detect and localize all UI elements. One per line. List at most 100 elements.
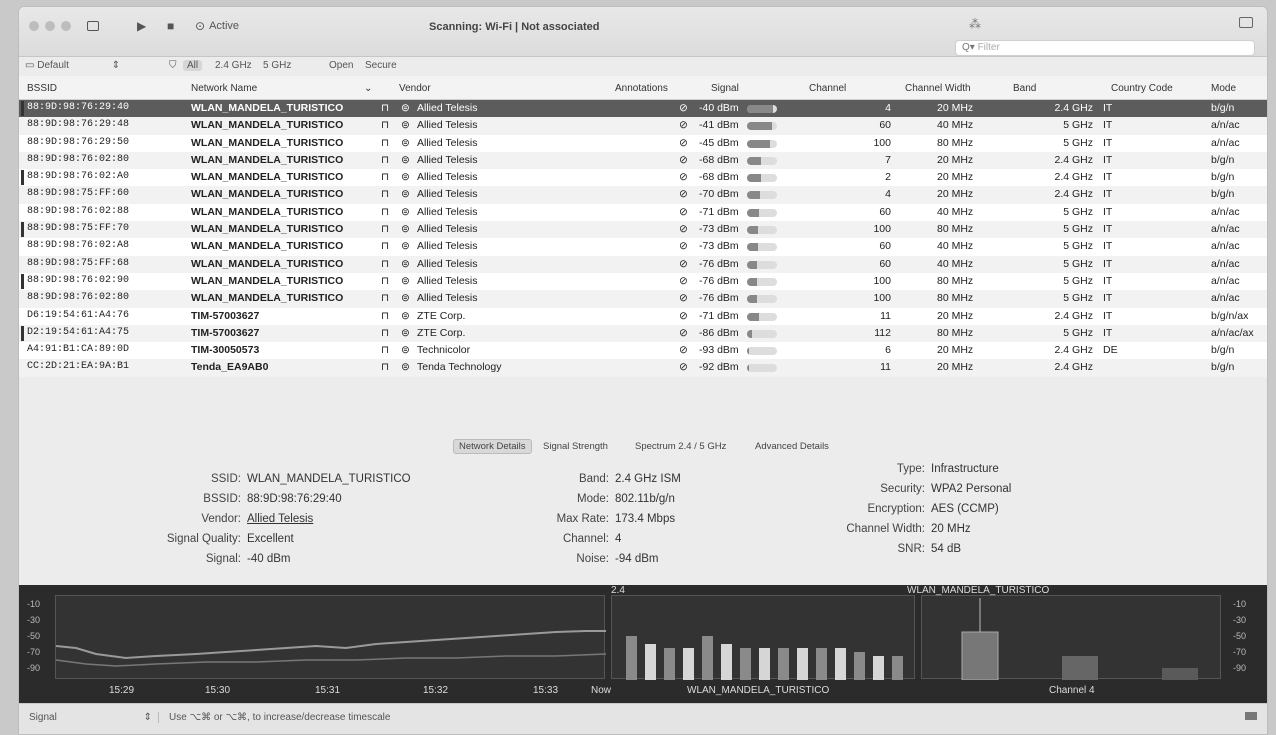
table-row[interactable]: 88:9D:98:76:02:A0 WLAN_MANDELA_TURISTICO ⊓…: [19, 169, 1267, 187]
annotation-icon[interactable]: ⊘: [679, 206, 688, 218]
filter-bar: ▭ Default ⇕ ⛉ All 2.4 GHz 5 GHz Open Sec…: [19, 57, 1267, 75]
signal-bar: [747, 174, 777, 183]
col-mode[interactable]: Mode: [1211, 83, 1236, 94]
lock-icon: ⊓: [381, 292, 390, 305]
table-row[interactable]: A4:91:B1:CA:89:0D TIM-30050573 ⊓ ⊜ Technicol…: [19, 342, 1267, 360]
col-network-name[interactable]: Network Name: [191, 83, 257, 94]
col-annotations[interactable]: Annotations: [615, 83, 668, 94]
table-row[interactable]: 88:9D:98:76:29:50 WLAN_MANDELA_TURISTICO ⊓…: [19, 134, 1267, 152]
annotation-icon[interactable]: ⊘: [679, 327, 688, 339]
network-name-cell: TIM-57003627: [191, 326, 260, 339]
channel-network-label: WLAN_MANDELA_TURISTICO: [907, 585, 1050, 596]
vendor-link[interactable]: Allied Telesis: [247, 513, 313, 525]
tab-network-details[interactable]: Network Details: [453, 439, 532, 454]
active-status-button[interactable]: ⊙ Active: [195, 16, 239, 36]
table-row[interactable]: 88:9D:98:76:02:90 WLAN_MANDELA_TURISTICO ⊓…: [19, 272, 1267, 291]
tab-advanced-details[interactable]: Advanced Details: [755, 441, 829, 452]
signal-bar: [747, 243, 777, 252]
country-code-cell: IT: [1103, 326, 1113, 339]
profile-select[interactable]: ▭ Default ⇕: [25, 60, 120, 71]
stop-scan-button[interactable]: ■: [167, 16, 174, 36]
spectrum-bar: [854, 652, 865, 680]
lock-icon: ⊓: [381, 223, 390, 236]
spectrum-bar: [645, 644, 656, 680]
mode-cell: a/n/ac: [1211, 292, 1240, 305]
channel-width-label: Channel Width:: [846, 523, 925, 535]
start-scan-button[interactable]: ▶: [137, 16, 146, 36]
vendor-icon: ⊜: [401, 292, 410, 305]
band-cell: 5 GHz: [1063, 292, 1093, 305]
filter-5ghz-button[interactable]: 5 GHz: [263, 60, 291, 71]
col-country-code[interactable]: Country Code: [1111, 83, 1173, 94]
table-row[interactable]: D2:19:54:61:A4:75 TIM-57003627 ⊓ ⊜ ZTE Corp.…: [19, 324, 1267, 343]
inspector-toggle-icon[interactable]: [1239, 17, 1253, 28]
table-row[interactable]: 88:9D:98:76:29:40 WLAN_MANDELA_TURISTICO ⊓…: [19, 100, 1267, 118]
col-channel-width[interactable]: Channel Width: [905, 83, 971, 94]
annotation-icon[interactable]: ⊘: [679, 154, 688, 166]
annotation-icon[interactable]: ⊘: [679, 344, 688, 356]
annotation-icon[interactable]: ⊘: [679, 275, 688, 287]
table-row[interactable]: 88:9D:98:76:02:88 WLAN_MANDELA_TURISTICO ⊓…: [19, 203, 1267, 222]
country-code-cell: IT: [1103, 309, 1113, 322]
table-row[interactable]: 88:9D:98:75:FF:70 WLAN_MANDELA_TURISTICO ⊓…: [19, 221, 1267, 239]
scanning-status: Scanning: Wi-Fi | Not associated: [429, 21, 600, 33]
annotation-icon[interactable]: ⊘: [679, 240, 688, 252]
tab-signal-strength[interactable]: Signal Strength: [543, 441, 608, 452]
zoom-window-button[interactable]: [61, 21, 71, 31]
channel-cell: 100: [873, 292, 891, 305]
bssid-cell: 88:9D:98:76:02:80: [27, 292, 130, 304]
channel-cell: 4: [885, 102, 891, 114]
close-window-button[interactable]: [29, 21, 39, 31]
filter-open-button[interactable]: Open: [329, 60, 353, 71]
channel-width-cell: 20 MHz: [937, 188, 974, 201]
vendor-cell: ZTE Corp.: [417, 309, 466, 322]
filter-secure-button[interactable]: Secure: [365, 60, 397, 71]
minimize-window-button[interactable]: [45, 21, 55, 31]
signal-cell: -40 dBm: [699, 102, 739, 114]
col-vendor[interactable]: Vendor: [399, 83, 431, 94]
signal-quality-value: Excellent: [247, 533, 294, 545]
table-row[interactable]: D6:19:54:61:A4:76 TIM-57003627 ⊓ ⊜ ZTE Corp.…: [19, 307, 1267, 325]
tab-spectrum[interactable]: Spectrum 2.4 / 5 GHz: [635, 441, 726, 452]
annotation-icon[interactable]: ⊘: [679, 119, 688, 131]
sidebar-toggle-button[interactable]: [87, 16, 99, 36]
annotation-icon[interactable]: ⊘: [679, 258, 688, 270]
filter-24ghz-button[interactable]: 2.4 GHz: [215, 60, 252, 71]
filter-input[interactable]: Q▾ Filter: [955, 40, 1255, 56]
annotation-icon[interactable]: ⊘: [679, 361, 688, 373]
table-row[interactable]: 88:9D:98:76:02:80 WLAN_MANDELA_TURISTICO ⊓…: [19, 151, 1267, 170]
col-channel[interactable]: Channel: [809, 83, 846, 94]
band-cell: 5 GHz: [1063, 240, 1093, 253]
annotation-icon[interactable]: ⊘: [679, 188, 688, 200]
annotation-icon[interactable]: ⊘: [679, 292, 688, 304]
col-band[interactable]: Band: [1013, 83, 1036, 94]
annotation-icon[interactable]: ⊘: [679, 171, 688, 183]
table-row[interactable]: CC:2D:21:EA:9A:B1 Tenda_EA9AB0 ⊓ ⊜ Tenda Tec…: [19, 359, 1267, 377]
filter-all-button[interactable]: All: [183, 60, 203, 71]
mode-cell: b/g/n: [1211, 361, 1235, 374]
col-signal[interactable]: Signal: [711, 83, 739, 94]
signal-cell: -71 dBm: [699, 205, 739, 218]
mode-cell: b/g/n/ax: [1211, 309, 1249, 322]
annotation-icon[interactable]: ⊘: [679, 137, 688, 149]
signal-quality-label: Signal Quality:: [166, 533, 241, 545]
annotation-icon[interactable]: ⊘: [679, 102, 688, 114]
signal-bar-fill: [747, 243, 759, 252]
col-bssid[interactable]: BSSID: [27, 83, 57, 94]
table-row[interactable]: 88:9D:98:75:FF:68 WLAN_MANDELA_TURISTICO ⊓…: [19, 255, 1267, 273]
signal-cell: -76 dBm: [699, 257, 739, 270]
annotation-icon[interactable]: ⊘: [679, 310, 688, 322]
table-row[interactable]: 88:9D:98:76:02:80 WLAN_MANDELA_TURISTICO ⊓…: [19, 290, 1267, 308]
annotation-icon[interactable]: ⊘: [679, 223, 688, 235]
table-row[interactable]: 88:9D:98:76:29:48 WLAN_MANDELA_TURISTICO ⊓…: [19, 117, 1267, 135]
bssid-label: BSSID:: [203, 493, 241, 505]
table-row[interactable]: 88:9D:98:76:02:A8 WLAN_MANDELA_TURISTICO ⊓…: [19, 238, 1267, 256]
vendor-icon: ⊜: [401, 136, 410, 149]
country-code-cell: IT: [1103, 240, 1113, 253]
signal-bar-fill: [747, 226, 759, 235]
status-bar: Signal ⇕ Use ⌥⌘ or ⌥⌘, to increase/decre…: [19, 703, 1267, 734]
graph-mode-select[interactable]: Signal ⇕: [29, 712, 159, 723]
resize-grip-icon[interactable]: [1245, 712, 1257, 720]
table-row[interactable]: 88:9D:98:75:FF:60 WLAN_MANDELA_TURISTICO ⊓…: [19, 186, 1267, 204]
channel-width-cell: 40 MHz: [937, 257, 974, 270]
